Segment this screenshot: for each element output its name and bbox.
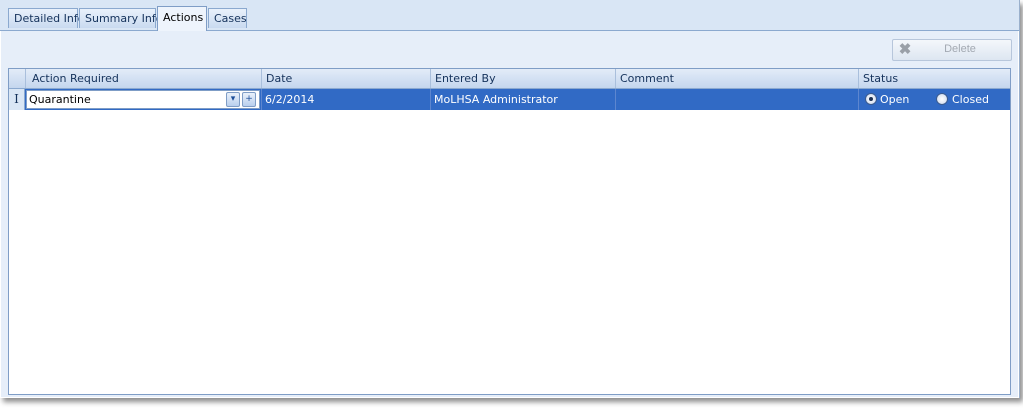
action-required-combobox[interactable]: ▾ + (26, 90, 260, 109)
tab-strip: Detailed Info Summary Info Actions Cases (0, 0, 1019, 31)
status-closed-radio[interactable] (936, 93, 948, 105)
toolbar: ✖ Delete (1, 31, 1018, 67)
status-open-label[interactable]: Open (880, 89, 909, 110)
action-required-input[interactable] (27, 91, 225, 108)
status-open-radio[interactable] (865, 93, 877, 105)
dropdown-chevron-icon[interactable]: ▾ (226, 92, 240, 107)
grid-header: Action Required Date Entered By Comment … (9, 69, 1010, 89)
cell-date: 6/2/2014 (262, 89, 431, 110)
status-closed-label[interactable]: Closed (952, 89, 989, 110)
tab-actions[interactable]: Actions (157, 6, 207, 31)
cell-entered-by: MoLHSA Administrator (431, 89, 616, 110)
add-icon[interactable]: + (242, 92, 256, 107)
row-edit-indicator-icon: I (9, 89, 25, 110)
actions-grid: Action Required Date Entered By Comment … (8, 68, 1011, 395)
column-header-date[interactable]: Date (262, 69, 431, 88)
cell-status: Open Closed (859, 89, 1010, 110)
column-header-action-required[interactable]: Action Required (26, 69, 262, 88)
row-indicator-header (9, 69, 26, 88)
cell-action-required: ▾ + (9, 89, 262, 110)
delete-button[interactable]: ✖ Delete (892, 39, 1012, 61)
actions-window: Detailed Info Summary Info Actions Cases… (0, 0, 1020, 398)
tab-summary-info[interactable]: Summary Info (79, 8, 162, 28)
actions-panel: ✖ Delete Action Required Date Entered By… (1, 31, 1018, 397)
table-row[interactable]: ▾ + 6/2/2014 MoLHSA Administrator Open C… (9, 89, 1010, 110)
column-header-comment[interactable]: Comment (616, 69, 859, 88)
cell-comment (616, 89, 859, 110)
tab-detailed-info[interactable]: Detailed Info (8, 8, 84, 28)
tab-cases[interactable]: Cases (208, 8, 247, 28)
delete-button-label: Delete (944, 43, 976, 55)
column-header-entered-by[interactable]: Entered By (431, 69, 616, 88)
column-header-status[interactable]: Status (859, 69, 1010, 88)
